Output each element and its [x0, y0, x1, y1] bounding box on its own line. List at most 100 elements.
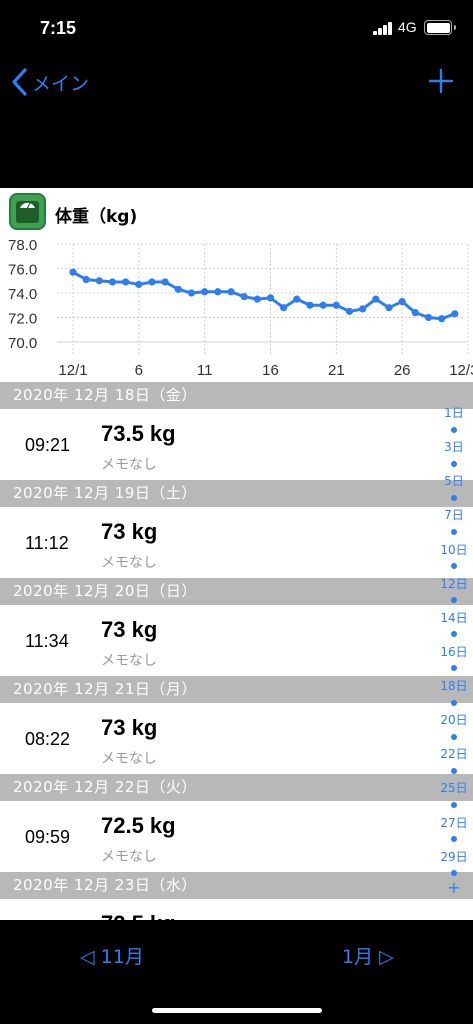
- date-header: 2020年 12月 18日（金）: [0, 382, 473, 409]
- index-dot: [451, 494, 457, 501]
- entry-weight: 72.5 kg: [101, 813, 176, 838]
- data-point: [280, 304, 288, 312]
- back-button-label: メイン: [32, 72, 90, 95]
- status-bar: 7:15 4G: [0, 0, 473, 56]
- entry-time: 09:21: [25, 435, 71, 455]
- entry-row[interactable]: 11:12 73 kg メモなし: [0, 507, 473, 578]
- index-item[interactable]: 14日: [440, 609, 467, 626]
- data-point: [424, 313, 433, 322]
- prev-month-button[interactable]: ◁ 11月: [80, 942, 144, 969]
- chevron-left-icon: [12, 68, 27, 96]
- entry-memo: メモなし: [101, 751, 157, 767]
- x-tick-label: 21: [328, 362, 345, 379]
- entry-weight: 73 kg: [101, 715, 158, 740]
- entry-weight: 72.5 kg: [101, 911, 176, 920]
- data-point: [95, 277, 103, 285]
- data-point: [214, 288, 222, 296]
- index-item[interactable]: 12日: [440, 575, 467, 592]
- data-point: [148, 278, 156, 286]
- data-point: [306, 301, 314, 309]
- x-tick-label: 6: [135, 362, 143, 379]
- index-dot: [451, 801, 457, 808]
- entry-weight: 73.5 kg: [101, 421, 176, 446]
- index-item[interactable]: 29日: [440, 848, 467, 865]
- chart-title: 体重（kg): [55, 207, 138, 227]
- index-item[interactable]: 10日: [440, 541, 467, 558]
- y-tick-label: 76.0: [8, 262, 37, 279]
- date-header: 2020年 12月 19日（土）: [0, 480, 473, 507]
- index-item[interactable]: 5日: [444, 472, 464, 489]
- battery-icon: [424, 20, 456, 35]
- home-indicator: [152, 1008, 322, 1013]
- index-dot: [451, 870, 457, 877]
- content-area: 体重（kg) 78.0 76.0 74.0 72.0 70.0 12/1 6 11 16 21 26…: [0, 188, 473, 920]
- index-dot: [451, 563, 457, 570]
- y-tick-label: 72.0: [8, 311, 37, 328]
- data-point: [411, 309, 419, 317]
- y-tick-label: 78.0: [8, 237, 37, 254]
- index-dot: [451, 631, 457, 638]
- x-tick-label: 11: [197, 362, 213, 379]
- data-point: [332, 301, 340, 309]
- x-tick-label: 12/31: [449, 362, 473, 379]
- index-item[interactable]: 20日: [440, 711, 467, 728]
- data-point: [174, 285, 182, 293]
- index-item[interactable]: 25日: [440, 779, 467, 796]
- entry-memo: メモなし: [101, 457, 157, 473]
- scale-icon: [9, 193, 46, 230]
- index-item[interactable]: 16日: [440, 643, 467, 660]
- data-point: [187, 289, 196, 297]
- entry-row[interactable]: 09:59 72.5 kg メモなし: [0, 801, 473, 872]
- weight-chart: 78.0 76.0 74.0 72.0 70.0 12/1 6 11 16 21 26 12/31: [8, 237, 473, 379]
- data-point: [253, 295, 261, 303]
- index-item[interactable]: 1日: [444, 404, 464, 421]
- data-point: [345, 307, 354, 315]
- data-point: [398, 297, 406, 306]
- back-button[interactable]: メイン: [10, 66, 89, 98]
- index-item[interactable]: 3日: [444, 438, 464, 455]
- entry-row[interactable]: 08:22 73 kg メモなし: [0, 703, 473, 774]
- day-index[interactable]: 1日 3日 5日 7日 10日 12日 14日 16日 18日 20日 22日 25日 27日 29日 +: [436, 404, 472, 895]
- index-item[interactable]: +: [447, 879, 460, 895]
- series-line: [72, 270, 456, 321]
- index-dot: [451, 665, 457, 672]
- data-point: [385, 304, 393, 312]
- entry-row[interactable]: 11:34 73 kg メモなし: [0, 605, 473, 676]
- entry-row[interactable]: 72.5 kg: [0, 899, 473, 920]
- data-point: [319, 301, 327, 309]
- data-point: [69, 268, 77, 276]
- next-month-button[interactable]: 1月 ▷: [342, 942, 394, 969]
- date-header: 2020年 12月 20日（日）: [0, 578, 473, 605]
- y-tick-label: 70.0: [8, 335, 37, 352]
- entry-memo: メモなし: [101, 555, 157, 571]
- index-dot: [451, 836, 457, 843]
- data-point: [438, 315, 446, 323]
- data-point: [451, 310, 459, 318]
- entry-row[interactable]: 09:21 73.5 kg メモなし: [0, 409, 473, 480]
- index-item[interactable]: 27日: [440, 814, 467, 831]
- data-point: [240, 293, 248, 301]
- entry-list: 2020年 12月 18日（金） 09:21 73.5 kg メモなし 2020年 12…: [0, 382, 473, 920]
- x-tick-label: 16: [262, 362, 279, 379]
- data-point: [227, 288, 235, 296]
- date-header: 2020年 12月 21日（月）: [0, 676, 473, 703]
- data-point: [161, 278, 169, 286]
- plus-icon[interactable]: [428, 68, 454, 94]
- date-header: 2020年 12月 22日（火）: [0, 774, 473, 801]
- index-item[interactable]: 18日: [440, 677, 467, 694]
- index-item[interactable]: 22日: [440, 745, 467, 762]
- data-point: [266, 294, 275, 302]
- index-dot: [451, 460, 457, 467]
- entry-time: 08:22: [25, 729, 71, 749]
- index-dot: [451, 767, 457, 774]
- index-dot: [451, 597, 457, 604]
- y-tick-label: 74.0: [8, 286, 37, 303]
- entry-memo: メモなし: [101, 653, 157, 669]
- bottom-toolbar: ◁ 11月 1月 ▷: [0, 920, 473, 1024]
- entry-weight: 73 kg: [101, 519, 158, 544]
- entry-time: 11:12: [25, 533, 69, 553]
- data-point: [372, 295, 380, 303]
- index-item[interactable]: 7日: [444, 506, 464, 523]
- entry-time: 09:59: [25, 827, 71, 847]
- index-dot: [451, 528, 457, 535]
